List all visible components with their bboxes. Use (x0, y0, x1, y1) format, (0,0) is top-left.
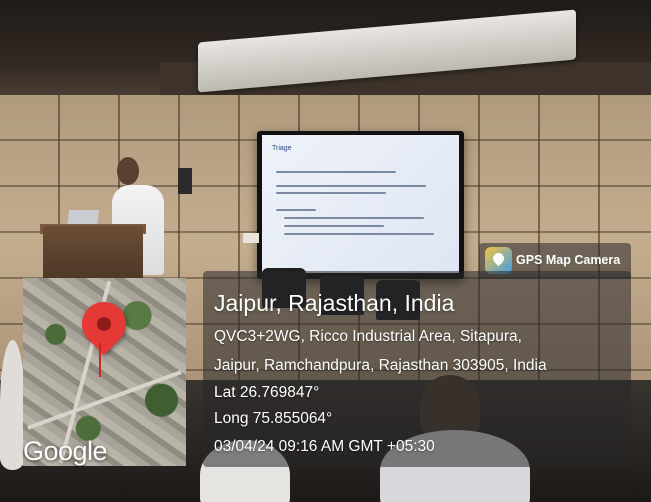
longitude: Long 75.855064° (214, 410, 333, 427)
address-line-1: QVC3+2WG, Ricco Industrial Area, Sitapur… (214, 328, 522, 345)
latitude: Lat 26.769847° (214, 384, 320, 401)
gps-map-camera-app-icon (485, 247, 512, 274)
wall-sign (178, 168, 192, 194)
slide-text-line (284, 233, 434, 235)
slide-text-line (276, 192, 386, 194)
audience-member (0, 340, 25, 470)
slide-text-line (284, 225, 384, 227)
presentation-slide: Triage (262, 135, 459, 273)
wall-socket (243, 233, 259, 243)
podium (43, 226, 143, 281)
timestamp: 03/04/24 09:16 AM GMT +05:30 (214, 438, 435, 455)
slide-title: Triage (272, 145, 292, 152)
location-city: Jaipur, Rajasthan, India (214, 290, 455, 316)
slide-text-line (276, 185, 426, 187)
slide-text-line (284, 217, 424, 219)
address-line-2: Jaipur, Ramchandpura, Rajasthan 303905, … (214, 357, 547, 374)
slide-text-line (276, 171, 396, 173)
map-road (27, 370, 182, 430)
google-attribution: Google (23, 436, 108, 466)
conference-photo: Triage GPS Map Camera Jaipur, Rajasthan,… (0, 0, 651, 502)
slide-text-line (276, 209, 316, 211)
gps-camera-label: GPS Map Camera (516, 253, 621, 267)
speaker-head (117, 157, 139, 185)
location-pin-tail (99, 343, 101, 377)
